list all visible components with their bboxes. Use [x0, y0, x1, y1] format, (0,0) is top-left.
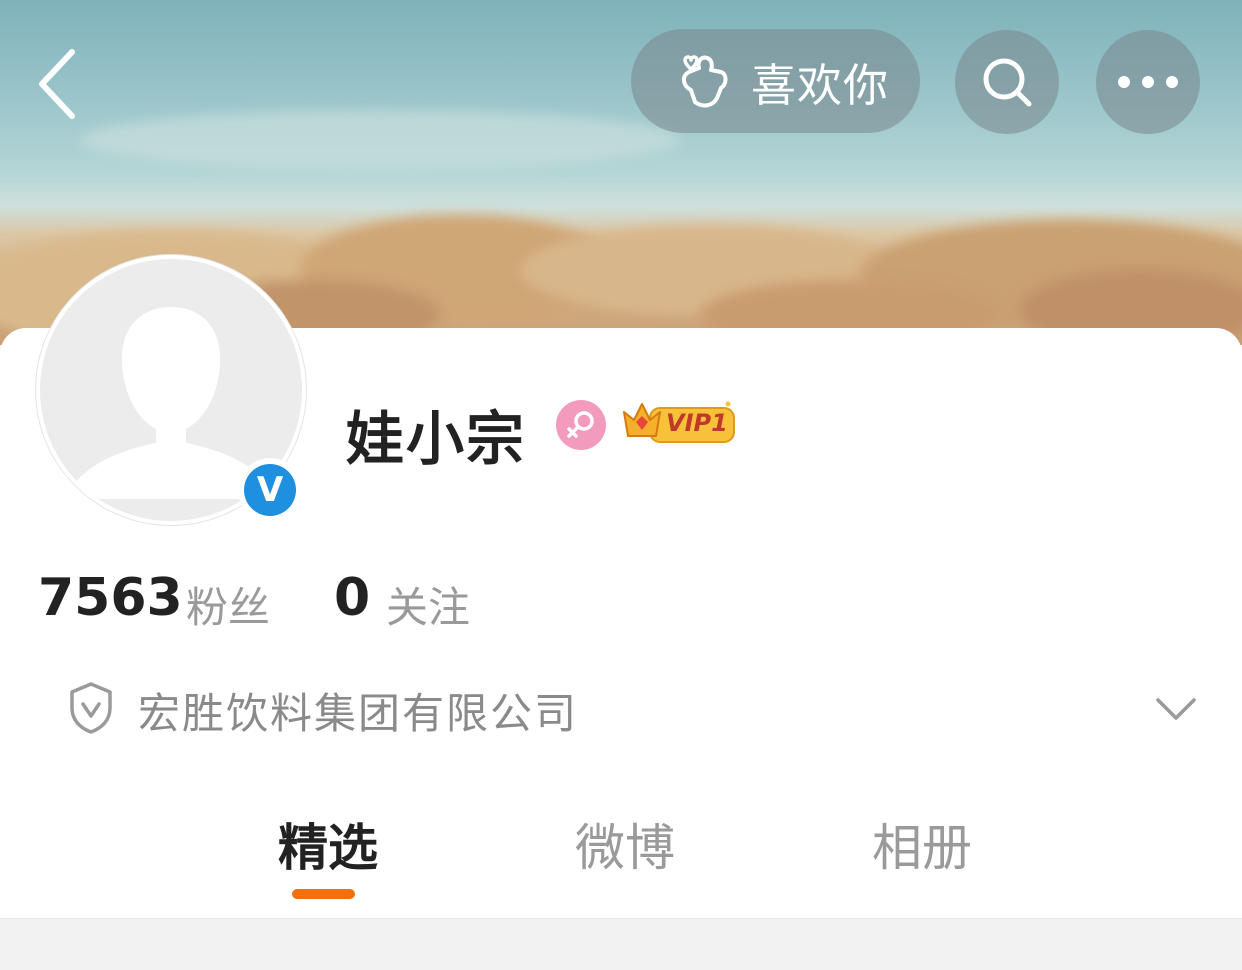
verified-v-icon: V	[244, 464, 296, 516]
back-button[interactable]	[28, 40, 98, 130]
shield-icon	[70, 682, 112, 734]
vip-badge[interactable]: VIP1	[620, 398, 738, 448]
username: 娃小宗	[346, 405, 527, 473]
finger-heart-icon	[682, 55, 728, 108]
active-tab-indicator	[292, 889, 355, 899]
following-label[interactable]: 关注	[386, 574, 470, 635]
following-count[interactable]: 0	[334, 568, 370, 628]
search-button[interactable]	[955, 30, 1059, 134]
vip-label: VIP1	[666, 409, 728, 437]
like-you-button[interactable]: 喜欢你	[631, 29, 920, 133]
more-dots-icon	[1118, 76, 1178, 88]
tab-featured[interactable]: 精选	[278, 808, 378, 880]
search-icon	[983, 58, 1032, 107]
chevron-down-icon	[1156, 698, 1196, 720]
fans-label[interactable]: 粉丝	[186, 574, 270, 635]
like-you-label: 喜欢你	[751, 58, 890, 112]
company-name: 宏胜饮料集团有限公司	[138, 689, 579, 738]
more-button[interactable]	[1096, 30, 1200, 134]
verified-badge: V	[238, 458, 302, 522]
fans-count[interactable]: 7563	[38, 568, 183, 628]
tab-weibo[interactable]: 微博	[575, 808, 675, 880]
content-area-top	[0, 918, 1242, 970]
tab-album[interactable]: 相册	[872, 808, 972, 880]
female-gender-icon	[556, 400, 606, 450]
back-arrow-icon	[39, 49, 75, 119]
company-verification-row[interactable]: 宏胜饮料集团有限公司	[64, 672, 1214, 748]
